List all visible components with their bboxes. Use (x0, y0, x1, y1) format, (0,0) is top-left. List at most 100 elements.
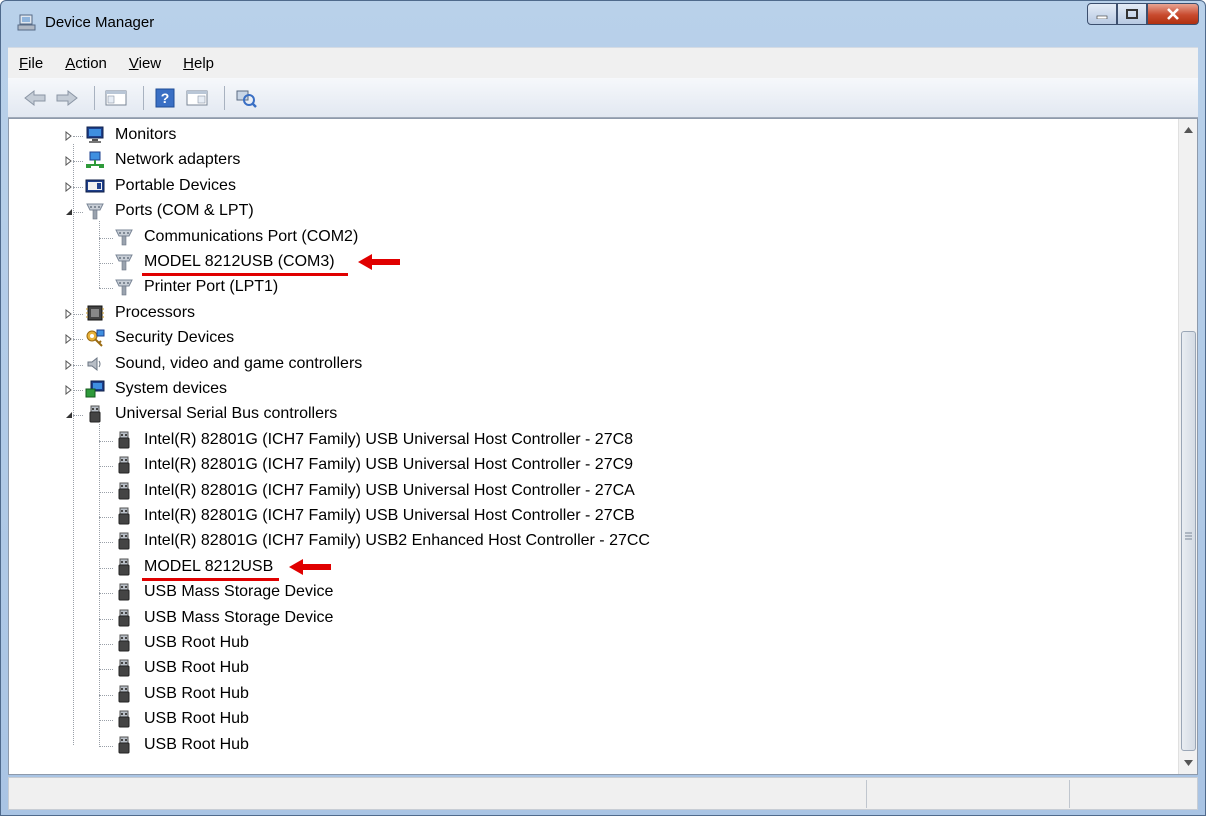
status-bar (8, 777, 1198, 810)
scroll-up-button[interactable] (1179, 121, 1197, 139)
usb-icon (118, 532, 130, 550)
menu-help[interactable]: Help (172, 55, 225, 72)
close-button[interactable] (1147, 3, 1199, 25)
usb-icon (118, 634, 130, 652)
tree-item-label: MODEL 8212USB (144, 557, 274, 575)
tree-connector (99, 745, 113, 747)
usb-icon (118, 736, 130, 754)
help-button[interactable]: ? (152, 85, 178, 111)
tree-item-monitors[interactable]: Monitors (9, 123, 1169, 148)
back-button[interactable] (22, 85, 48, 111)
network-adapter-icon (86, 151, 104, 169)
status-bar-divider (866, 780, 867, 808)
tree-connector (99, 466, 113, 468)
port-icon (115, 254, 133, 271)
window-title: Device Manager (45, 14, 155, 31)
usb-icon (118, 456, 130, 474)
usb-icon (89, 405, 101, 423)
maximize-button[interactable] (1117, 3, 1147, 25)
menu-action[interactable]: Action (54, 55, 118, 72)
tree-item-label: Universal Serial Bus controllers (115, 405, 338, 423)
monitor-icon (86, 126, 104, 143)
tree-item-usb-device[interactable]: USB Root Hub (9, 733, 1169, 758)
tree-item-label: Sound, video and game controllers (115, 354, 363, 372)
menu-file[interactable]: File (8, 55, 54, 72)
toolbar-separator (143, 85, 144, 110)
usb-icon (118, 431, 130, 449)
tree-item-label: Network adapters (115, 151, 241, 169)
tree-item-label: USB Root Hub (144, 659, 249, 677)
device-manager-window: Device Manager File Action View Help ? M… (0, 0, 1206, 816)
tree-item-usb-device[interactable]: USB Root Hub (9, 682, 1169, 707)
tree-item-security-devices[interactable]: Security Devices (9, 326, 1169, 351)
tree-item-ports[interactable]: Ports (COM & LPT) (9, 199, 1169, 224)
tree-item-label: Security Devices (115, 329, 235, 347)
port-icon (115, 229, 133, 245)
tree-item-label: Intel(R) 82801G (ICH7 Family) USB Univer… (144, 430, 634, 448)
tree-item-usb-device[interactable]: USB Mass Storage Device (9, 606, 1169, 631)
close-icon (1167, 8, 1179, 20)
tree-item-processors[interactable]: Processors (9, 301, 1169, 326)
tree-item-label: Portable Devices (115, 176, 236, 194)
toolbar: ? (8, 78, 1198, 118)
scan-hardware-icon (236, 90, 257, 108)
tree-connector (99, 263, 113, 264)
status-bar-divider (1069, 780, 1070, 808)
tree-item-label: USB Root Hub (144, 710, 249, 728)
tree-item-network-adapters[interactable]: Network adapters (9, 148, 1169, 173)
tree-item-label: USB Root Hub (144, 735, 249, 753)
tree-item-label: Ports (COM & LPT) (115, 202, 254, 220)
tree-item-usb-device[interactable]: USB Mass Storage Device (9, 580, 1169, 605)
tree-item-usb-device[interactable]: Intel(R) 82801G (ICH7 Family) USB Univer… (9, 504, 1169, 529)
tree-item-label: Intel(R) 82801G (ICH7 Family) USB2 Enhan… (144, 532, 650, 550)
usb-icon (118, 558, 130, 576)
tree-connector (99, 593, 113, 595)
tree-item-label: Processors (115, 303, 196, 321)
tree-item-usb-device[interactable]: Intel(R) 82801G (ICH7 Family) USB Univer… (9, 428, 1169, 453)
console-tree-button[interactable] (103, 85, 129, 111)
tree-item-communications-port[interactable]: Communications Port (COM2) (9, 225, 1169, 250)
tree-item-label: USB Mass Storage Device (144, 583, 334, 601)
tree-item-usb-device[interactable]: Intel(R) 82801G (ICH7 Family) USB2 Enhan… (9, 529, 1169, 554)
security-device-icon (86, 329, 105, 347)
tree-item-usb-device[interactable]: Intel(R) 82801G (ICH7 Family) USB Univer… (9, 479, 1169, 504)
forward-arrow-icon (56, 89, 78, 106)
help-icon: ? (155, 88, 175, 107)
show-hide-console-tree-icon (105, 90, 127, 105)
tree-connector (73, 364, 83, 366)
tree-item-printer-port[interactable]: Printer Port (LPT1) (9, 275, 1169, 300)
tree-connector (73, 212, 83, 214)
tree-item-sound-video-game[interactable]: Sound, video and game controllers (9, 352, 1169, 377)
tree-item-label: Intel(R) 82801G (ICH7 Family) USB Univer… (144, 456, 634, 474)
speaker-icon (87, 356, 101, 371)
red-arrow-annotation-icon (358, 254, 400, 270)
scroll-down-button[interactable] (1179, 754, 1197, 772)
tree-item-system-devices[interactable]: System devices (9, 377, 1169, 402)
vertical-scrollbar[interactable] (1178, 119, 1197, 774)
properties-button[interactable] (184, 85, 210, 111)
scan-hardware-button[interactable] (233, 85, 259, 111)
tree-connector (99, 567, 113, 569)
tree-item-model-8212usb[interactable]: MODEL 8212USB (9, 555, 1169, 581)
tree-connector (99, 694, 113, 696)
tree-item-usb-device[interactable]: Intel(R) 82801G (ICH7 Family) USB Univer… (9, 453, 1169, 478)
tree-item-usb-controllers[interactable]: Universal Serial Bus controllers (9, 402, 1169, 427)
title-bar[interactable]: Device Manager (1, 1, 1205, 47)
tree-item-usb-device[interactable]: USB Root Hub (9, 631, 1169, 656)
usb-icon (118, 685, 130, 703)
minimize-icon (1096, 15, 1108, 19)
tree-item-usb-device[interactable]: USB Root Hub (9, 656, 1169, 681)
tree-connector (99, 288, 113, 290)
portable-device-icon (85, 179, 105, 193)
tree-item-usb-device[interactable]: USB Root Hub (9, 707, 1169, 732)
grip-icon (1185, 532, 1192, 540)
tree-item-portable-devices[interactable]: Portable Devices (9, 174, 1169, 199)
tree-connector (99, 542, 113, 544)
menu-view[interactable]: View (118, 55, 172, 72)
minimize-button[interactable] (1087, 3, 1117, 25)
scroll-thumb[interactable] (1181, 331, 1196, 751)
tree-item-model-8212usb-com3[interactable]: MODEL 8212USB (COM3) (9, 250, 1169, 276)
forward-button[interactable] (54, 85, 80, 111)
port-icon (115, 279, 133, 296)
toolbar-separator (94, 85, 95, 110)
